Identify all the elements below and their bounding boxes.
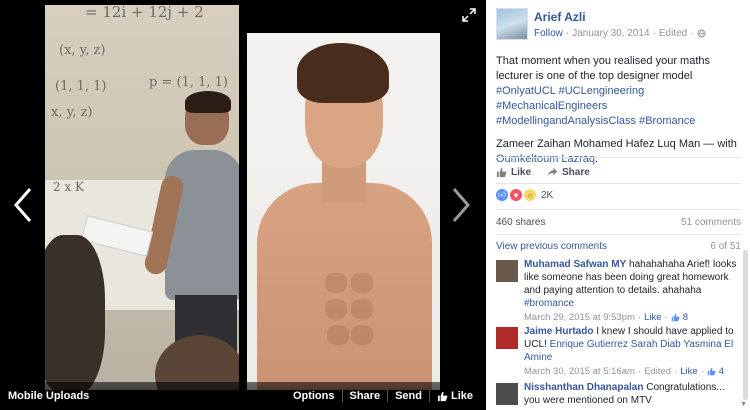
edited-label[interactable]: Edited bbox=[659, 28, 687, 39]
thumbs-up-icon bbox=[437, 391, 448, 401]
like-label: Like bbox=[450, 390, 473, 402]
board-equation-6: 2 x K bbox=[53, 180, 84, 194]
commenter-avatar[interactable] bbox=[496, 260, 518, 282]
commenter-name[interactable]: Jaime Hurtado bbox=[524, 326, 593, 337]
thumbs-up-icon bbox=[707, 367, 716, 376]
divider bbox=[496, 183, 741, 184]
fullscreen-button[interactable] bbox=[462, 8, 476, 22]
with-label: — with bbox=[700, 138, 737, 150]
chevron-left-icon bbox=[14, 188, 32, 222]
post-date[interactable]: January 30, 2014 bbox=[572, 28, 649, 39]
post-share-button[interactable]: Share bbox=[547, 167, 590, 178]
comment-time[interactable]: March 30, 2015 at 5:16am bbox=[524, 365, 635, 378]
post-side-panel: Arief Azli Follow · January 30, 2014 · E… bbox=[486, 0, 750, 410]
author-avatar[interactable] bbox=[496, 8, 528, 40]
thumbs-up-icon bbox=[671, 313, 680, 322]
divider bbox=[496, 157, 741, 158]
share-button[interactable]: Share bbox=[341, 390, 388, 402]
board-equation-2: (x, y, z) bbox=[59, 43, 106, 58]
commenter-name[interactable]: Nisshanthan Dhanapalan bbox=[524, 382, 643, 393]
comment-body: Jaime Hurtado I knew I should have appli… bbox=[524, 325, 742, 378]
wow-reaction-icon: ○ bbox=[524, 189, 536, 201]
lecture-photo: = 12i + 12j + 2 (x, y, z) (1, 1, 1) p = … bbox=[45, 5, 239, 390]
board-equation-1: = 12i + 12j + 2 bbox=[85, 5, 204, 21]
shares-count[interactable]: 460 shares bbox=[496, 217, 545, 228]
comment-hashtag[interactable]: #bromance bbox=[524, 298, 574, 309]
hashtag-bromance[interactable]: #Bromance bbox=[639, 115, 695, 127]
post-meta: Follow · January 30, 2014 · Edited · bbox=[534, 28, 750, 39]
audience-heads bbox=[45, 235, 239, 390]
post-text: That moment when you realised your maths… bbox=[496, 54, 741, 167]
post-body: That moment when you realised your maths… bbox=[496, 55, 710, 82]
photo-actions: Options Share Send Like bbox=[286, 390, 480, 402]
post-like-label: Like bbox=[511, 166, 532, 178]
comment-like-button[interactable]: Like bbox=[644, 311, 661, 324]
author-name[interactable]: Arief Azli bbox=[534, 10, 586, 24]
comment-like-button[interactable]: Like bbox=[680, 365, 697, 378]
divider bbox=[496, 209, 741, 210]
album-link[interactable]: Mobile Uploads bbox=[8, 390, 89, 402]
comments-scrollbar[interactable] bbox=[743, 250, 748, 400]
send-button[interactable]: Send bbox=[387, 390, 429, 402]
comments-pager: View previous comments 6 of 51 bbox=[496, 241, 741, 252]
options-button[interactable]: Options bbox=[286, 390, 342, 402]
comment-time[interactable]: March 29, 2015 at 9:53pm bbox=[524, 311, 635, 324]
post-header: Arief Azli Follow · January 30, 2014 · E… bbox=[496, 8, 746, 44]
commenter-avatar[interactable] bbox=[496, 383, 518, 405]
post-stats: 460 shares 51 comments bbox=[496, 217, 741, 228]
board-equation-5: x, y, z) bbox=[51, 105, 93, 120]
chevron-right-icon bbox=[452, 188, 470, 222]
scroll-down-arrow-icon[interactable]: ▼ bbox=[740, 401, 747, 408]
commenter-name[interactable]: Muhamad Safwan MY bbox=[524, 259, 626, 270]
follow-button[interactable]: Follow bbox=[534, 28, 563, 39]
photo-action-bar: Mobile Uploads Options Share Send Like bbox=[0, 382, 486, 410]
post-actions: Like Share bbox=[496, 163, 590, 181]
share-arrow-icon bbox=[547, 167, 558, 176]
next-photo-button[interactable] bbox=[446, 183, 476, 227]
photo-stage: = 12i + 12j + 2 (x, y, z) (1, 1, 1) p = … bbox=[0, 0, 486, 410]
board-equation-3: (1, 1, 1) bbox=[55, 79, 107, 94]
reactions-count: 2K bbox=[541, 189, 554, 201]
comment-page-indicator: 6 of 51 bbox=[710, 241, 741, 252]
hashtag-onlyatucl[interactable]: #OnlyatUCL bbox=[496, 85, 556, 97]
comment-mentions[interactable]: Enrique Gutierrez Sarah Diab Yasmina El … bbox=[524, 339, 733, 363]
model-figure bbox=[247, 33, 440, 390]
divider bbox=[496, 234, 741, 235]
hashtag-mechanicalengineers[interactable]: #MechanicalEngineers bbox=[496, 100, 607, 112]
expand-icon bbox=[462, 8, 476, 22]
reactions-summary[interactable]: 👍︎ ♥ ○ 2K bbox=[496, 189, 553, 201]
previous-photo-button[interactable] bbox=[8, 183, 38, 227]
comment-meta: March 30, 2015 at 5:16am · Edited · Like… bbox=[524, 365, 725, 378]
comments-count[interactable]: 51 comments bbox=[681, 217, 741, 228]
comment-edited[interactable]: Edited bbox=[644, 365, 671, 378]
view-previous-comments-link[interactable]: View previous comments bbox=[496, 241, 607, 252]
comment-body: Nisshanthan Dhanapalan Congratulations..… bbox=[524, 381, 742, 407]
comment-like-count[interactable]: 8 bbox=[683, 311, 688, 324]
love-reaction-icon: ♥ bbox=[510, 189, 522, 201]
like-button[interactable]: Like bbox=[428, 390, 480, 402]
model-photo bbox=[247, 33, 440, 390]
public-globe-icon[interactable] bbox=[697, 29, 706, 38]
comment-meta: March 29, 2015 at 9:53pm · Like · 8 bbox=[524, 311, 688, 324]
hashtag-modellingandanalysisclass[interactable]: #ModellingandAnalysisClass bbox=[496, 115, 636, 127]
with-end: . bbox=[595, 153, 599, 165]
comment-like-count[interactable]: 4 bbox=[719, 365, 724, 378]
photo-viewer: = 12i + 12j + 2 (x, y, z) (1, 1, 1) p = … bbox=[0, 0, 750, 410]
commenter-avatar[interactable] bbox=[496, 327, 518, 349]
post-like-button[interactable]: Like bbox=[496, 167, 531, 178]
thumbs-up-icon bbox=[496, 167, 507, 177]
hashtag-uclengineering[interactable]: #UCLengineering bbox=[559, 85, 645, 97]
comment-body: Muhamad Safwan MY hahahahaha Arief! look… bbox=[524, 258, 742, 324]
post-share-label: Share bbox=[562, 166, 590, 178]
like-reaction-icon: 👍︎ bbox=[496, 189, 508, 201]
board-equation-4: p = (1, 1, 1) bbox=[149, 75, 228, 90]
tagged-names: Zameer Zaihan Mohamed Hafez Luq Man bbox=[496, 138, 701, 150]
